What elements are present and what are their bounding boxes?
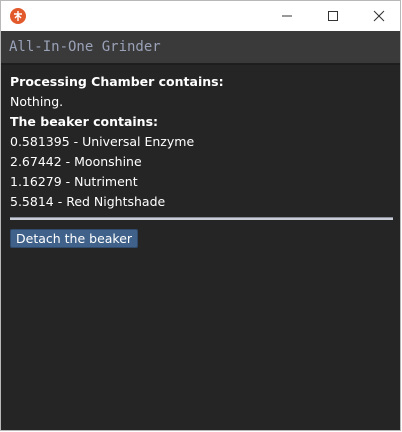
- reagent-item: 0.581395 - Universal Enzyme: [10, 134, 195, 149]
- minimize-icon: [282, 15, 292, 17]
- grinder-content: Processing Chamber contains: Nothing. Th…: [1, 65, 400, 430]
- window-titlebar[interactable]: [1, 1, 400, 31]
- divider: [10, 217, 393, 220]
- reagent-item: 5.5814 - Red Nightshade: [10, 194, 166, 209]
- page-title: All-In-One Grinder: [9, 39, 161, 55]
- grinder-window: All-In-One Grinder Processing Chamber co…: [0, 0, 401, 431]
- app-icon: [10, 8, 26, 24]
- processing-chamber-contents: Nothing.: [10, 94, 64, 109]
- maximize-button[interactable]: [310, 1, 356, 31]
- minimize-button[interactable]: [264, 1, 310, 31]
- maximize-icon: [328, 11, 338, 21]
- processing-chamber-heading: Processing Chamber contains:: [10, 74, 224, 89]
- detach-beaker-button[interactable]: Detach the beaker: [10, 229, 139, 248]
- reagent-item: 1.16279 - Nutriment: [10, 174, 138, 189]
- grinder-header: All-In-One Grinder: [1, 31, 400, 65]
- close-icon: [373, 10, 385, 22]
- beaker-heading: The beaker contains:: [10, 114, 159, 129]
- reagent-item: 2.67442 - Moonshine: [10, 154, 142, 169]
- close-button[interactable]: [356, 1, 402, 31]
